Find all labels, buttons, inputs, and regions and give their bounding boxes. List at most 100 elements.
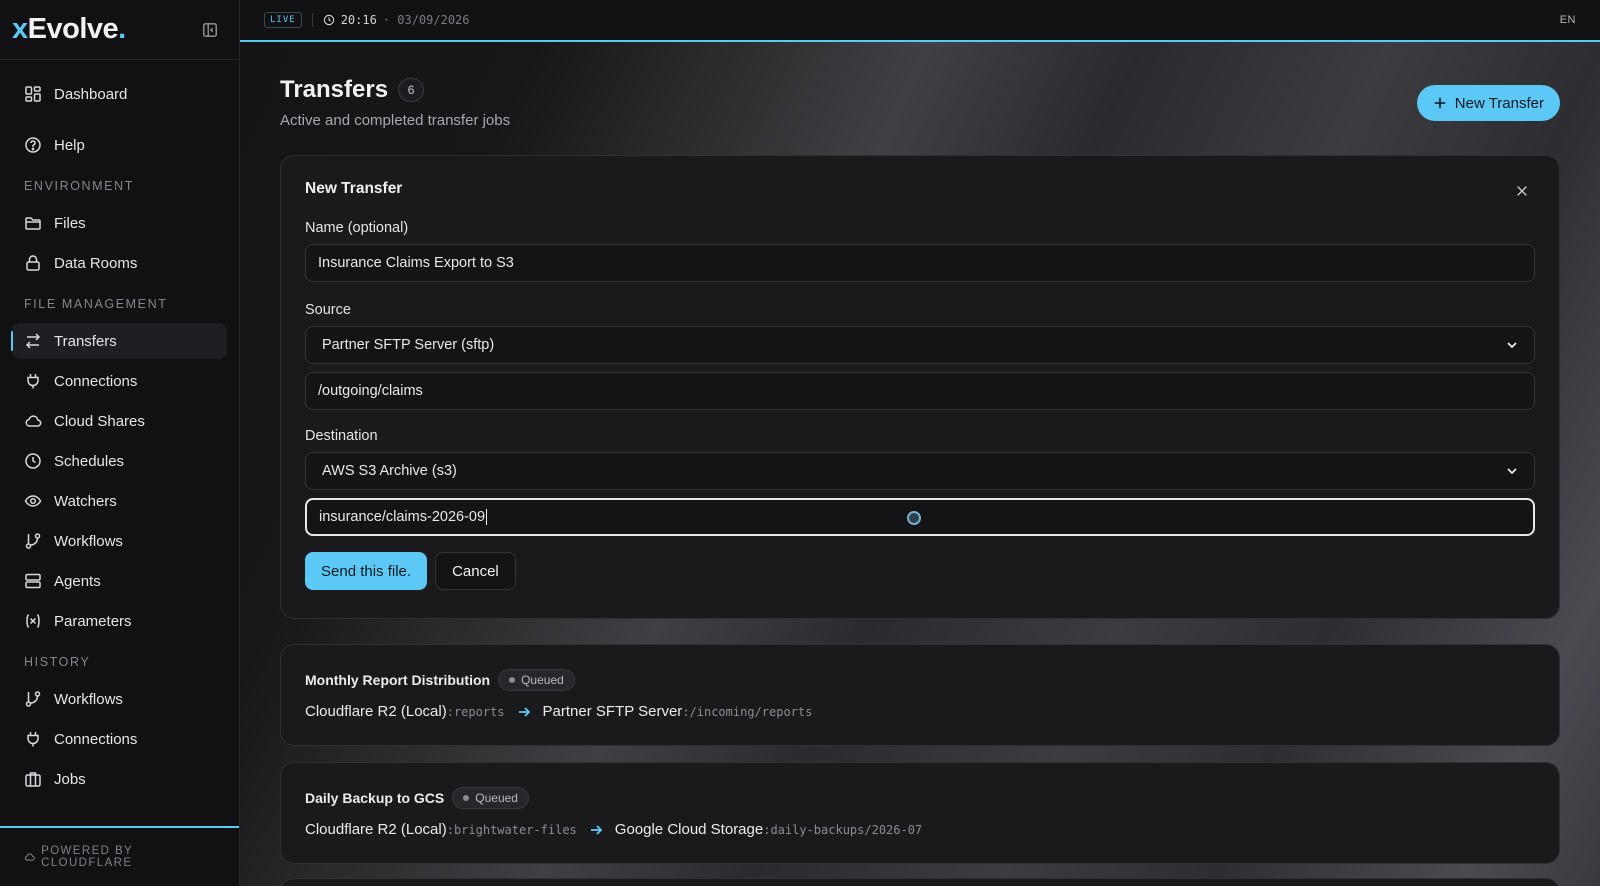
- workflow-icon: [25, 533, 41, 549]
- variable-icon: [26, 614, 40, 628]
- divider: [311, 13, 313, 27]
- source-name: Cloudflare R2 (Local): [305, 703, 447, 720]
- transfer-job-card-partial[interactable]: [280, 878, 1560, 886]
- transfer-job-card[interactable]: Monthly Report Distribution Queued Cloud…: [280, 644, 1560, 746]
- top-bar: LIVE 20:16 · 03/09/2026 EN: [240, 0, 1600, 42]
- plus-icon: [1434, 97, 1446, 109]
- section-title-environment: ENVIRONMENT: [24, 179, 134, 193]
- brand-bar: xEvolve.: [0, 0, 239, 60]
- sidebar-item-files[interactable]: Files: [12, 205, 227, 241]
- destination-path: :/incoming/reports: [682, 705, 813, 719]
- sidebar-item-workflows[interactable]: Workflows: [12, 523, 227, 559]
- source-select[interactable]: Partner SFTP Server (sftp): [305, 326, 1535, 364]
- sidebar-item-label: Connections: [54, 730, 138, 748]
- app-logo[interactable]: xEvolve.: [12, 13, 126, 46]
- plug-icon: [27, 732, 39, 747]
- folder-icon: [25, 217, 41, 230]
- form-actions: Send this file. Cancel: [305, 552, 1535, 590]
- transfer-job-card[interactable]: Daily Backup to GCS Queued Cloudflare R2…: [280, 762, 1560, 864]
- destination-path: :daily-backups/2026-07: [763, 823, 923, 837]
- new-transfer-label: New Transfer: [1454, 94, 1544, 112]
- sidebar-item-label: Jobs: [54, 770, 86, 788]
- sidebar-item-data-rooms[interactable]: Data Rooms: [12, 245, 227, 281]
- new-transfer-button[interactable]: New Transfer: [1416, 85, 1560, 121]
- sidebar-item-schedules[interactable]: Schedules: [12, 443, 227, 479]
- sidebar-item-transfers[interactable]: Transfers: [11, 323, 227, 359]
- source-path-value: /outgoing/claims: [318, 383, 423, 399]
- sidebar-item-label: Help: [54, 136, 85, 154]
- source-path: :reports: [446, 705, 505, 719]
- name-label: Name (optional): [305, 220, 409, 236]
- send-button[interactable]: Send this file.: [305, 552, 428, 590]
- transfer-route: Cloudflare R2 (Local) :reports Partner S…: [305, 703, 1535, 720]
- count-badge: 6: [398, 78, 425, 102]
- sidebar-item-cloud-shares[interactable]: Cloud Shares: [12, 403, 227, 439]
- destination-path-value: insurance/claims-2026-09: [319, 509, 486, 525]
- sidebar-footer: POWERED BY CLOUDFLARE: [0, 826, 239, 886]
- chevron-down-icon: [1507, 468, 1517, 475]
- eye-icon: [24, 495, 42, 507]
- status-badge: Queued: [452, 787, 529, 809]
- text-caret: [486, 509, 488, 525]
- sidebar-item-label: Connections: [54, 372, 138, 390]
- sidebar-item-label: Watchers: [54, 492, 117, 510]
- briefcase-icon: [25, 772, 41, 787]
- close-icon[interactable]: [1515, 184, 1531, 200]
- destination-select[interactable]: AWS S3 Archive (s3): [305, 452, 1535, 490]
- section-title-history: HISTORY: [24, 655, 91, 669]
- sidebar-item-label: Schedules: [54, 452, 125, 470]
- language-selector[interactable]: EN: [1560, 14, 1576, 26]
- name-input-value: Insurance Claims Export to S3: [318, 255, 514, 271]
- sidebar-item-label: Workflows: [54, 690, 123, 708]
- destination-name: Partner SFTP Server: [542, 703, 683, 720]
- transfer-route: Cloudflare R2 (Local) :brightwater-files…: [305, 821, 1535, 838]
- clock-icon: [25, 453, 41, 469]
- status-label: Queued: [475, 791, 518, 805]
- form-title: New Transfer: [305, 180, 403, 197]
- lock-icon: [26, 255, 40, 271]
- source-name: Cloudflare R2 (Local): [305, 821, 447, 838]
- cancel-button[interactable]: Cancel: [435, 552, 516, 590]
- sidebar-item-watchers[interactable]: Watchers: [12, 483, 227, 519]
- clock: 20:16 · 03/09/2026: [323, 13, 470, 27]
- dashboard-icon: [25, 86, 41, 102]
- sidebar-item-history-workflows[interactable]: Workflows: [12, 681, 227, 717]
- sidebar-collapse-icon[interactable]: [201, 21, 219, 39]
- main-content: LIVE 20:16 · 03/09/2026 EN Transfers 6 A…: [240, 0, 1600, 886]
- source-path-input[interactable]: /outgoing/claims: [305, 372, 1535, 410]
- new-transfer-form: New Transfer Name (optional) Insurance C…: [280, 155, 1560, 619]
- section-title-file-management: FILE MANAGEMENT: [24, 297, 168, 311]
- sidebar: xEvolve. Dashboard Help ENVIRONMENT File…: [0, 0, 240, 886]
- destination-name: Google Cloud Storage: [614, 821, 764, 838]
- arrow-right-icon: [589, 823, 603, 837]
- workflow-icon: [25, 691, 41, 707]
- sidebar-item-label: Parameters: [54, 612, 132, 630]
- sidebar-item-label: Transfers: [54, 332, 117, 350]
- sidebar-item-parameters[interactable]: Parameters: [12, 603, 227, 639]
- sidebar-item-label: Agents: [54, 572, 101, 590]
- sidebar-item-help[interactable]: Help: [12, 127, 227, 163]
- clock-icon: [323, 14, 334, 26]
- sidebar-item-label: Cloud Shares: [54, 412, 145, 430]
- chevron-down-icon: [1507, 342, 1517, 349]
- sidebar-item-agents[interactable]: Agents: [12, 563, 227, 599]
- page-subtitle: Active and completed transfer jobs: [280, 112, 511, 129]
- destination-select-value: AWS S3 Archive (s3): [322, 463, 457, 479]
- name-input[interactable]: Insurance Claims Export to S3: [305, 244, 1535, 282]
- source-path: :brightwater-files: [446, 823, 577, 837]
- page-header: Transfers 6 Active and completed transfe…: [280, 76, 510, 129]
- sidebar-item-connections[interactable]: Connections: [12, 363, 227, 399]
- job-name: Daily Backup to GCS: [305, 790, 445, 806]
- sidebar-item-jobs[interactable]: Jobs: [12, 761, 227, 797]
- status-dot: [463, 795, 470, 801]
- status-dot: [509, 677, 516, 683]
- status-label: Queued: [521, 673, 564, 687]
- sidebar-item-label: Workflows: [54, 532, 123, 550]
- destination-path-input[interactable]: insurance/claims-2026-09: [305, 498, 1535, 536]
- status-badge: Queued: [498, 669, 575, 691]
- page-title: Transfers: [280, 76, 389, 103]
- sidebar-item-history-connections[interactable]: Connections: [12, 721, 227, 757]
- clock-time: 20:16: [340, 13, 377, 27]
- sidebar-item-label: Dashboard: [54, 85, 128, 103]
- sidebar-item-dashboard[interactable]: Dashboard: [12, 76, 227, 112]
